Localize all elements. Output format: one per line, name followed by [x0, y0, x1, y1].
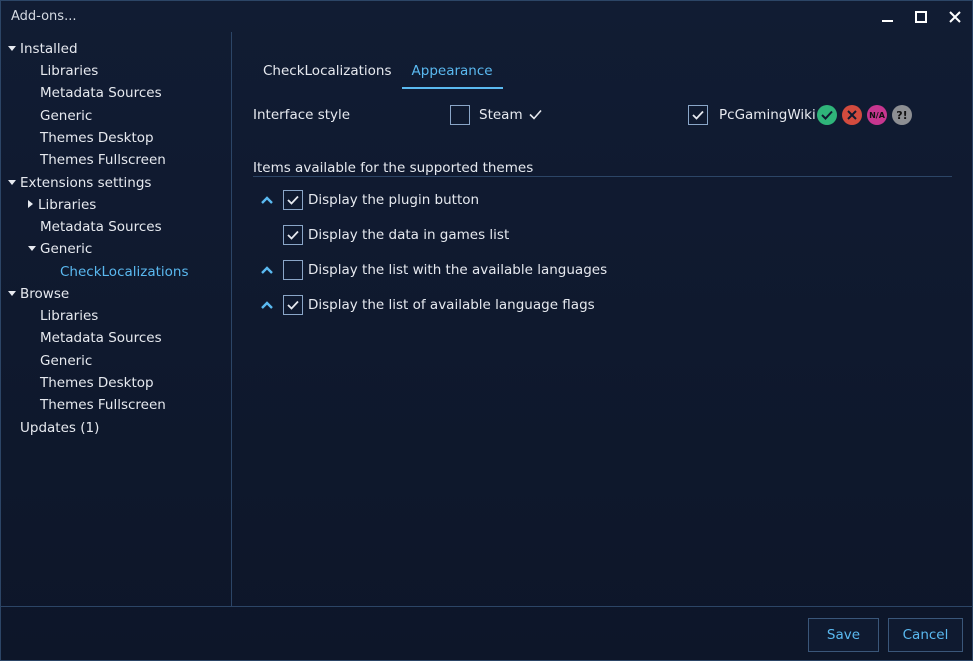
tree-extensions-settings[interactable]: Extensions settings: [8, 173, 151, 193]
games-list-label: Display the data in games list: [308, 227, 510, 243]
games-list-checkbox[interactable]: [283, 225, 303, 245]
tree-browse-themes-desktop[interactable]: Themes Desktop: [40, 373, 154, 393]
steam-checkbox[interactable]: [450, 105, 470, 125]
chevron-up-icon[interactable]: [260, 298, 274, 312]
pcgamingwiki-checkbox[interactable]: [688, 105, 708, 125]
expand-arrow-icon: [8, 290, 16, 296]
chevron-up-icon[interactable]: [260, 193, 274, 207]
collapsed-arrow-icon: [28, 200, 33, 208]
na-badge-text: N/A: [869, 110, 885, 120]
expand-arrow-icon: [8, 179, 16, 185]
tree-installed[interactable]: Installed: [8, 39, 78, 59]
tree-label: Libraries: [38, 197, 97, 213]
language-flags-label: Display the list of available language f…: [308, 297, 595, 313]
tree-installed-themes-fullscreen[interactable]: Themes Fullscreen: [40, 150, 166, 170]
tree-installed-metadata[interactable]: Metadata Sources: [40, 83, 162, 103]
check-icon: [287, 300, 299, 310]
tree-label: Browse: [20, 286, 70, 302]
check-icon: [287, 195, 299, 205]
cancel-button[interactable]: Cancel: [888, 618, 963, 652]
x-circle-icon: [842, 105, 862, 125]
tab-appearance[interactable]: Appearance: [401, 57, 503, 89]
tree-browse-generic[interactable]: Generic: [40, 351, 92, 371]
question-badge-text: ?!: [896, 108, 908, 122]
na-circle-icon: N/A: [867, 105, 887, 125]
tree-ext-metadata[interactable]: Metadata Sources: [40, 217, 162, 237]
steam-check-icon: [529, 109, 542, 120]
section-divider: [253, 176, 952, 177]
minimize-icon: [881, 20, 893, 22]
minimize-button[interactable]: [870, 1, 904, 32]
tree-label: Extensions settings: [20, 175, 152, 191]
pcgamingwiki-label: PcGamingWiki: [719, 107, 816, 123]
settings-panel: CheckLocalizations Appearance Interface …: [233, 32, 972, 606]
sidebar-tree: Installed Libraries Metadata Sources Gen…: [1, 32, 232, 606]
tree-updates[interactable]: Updates (1): [20, 418, 99, 438]
tree-installed-libraries[interactable]: Libraries: [40, 61, 98, 81]
close-button[interactable]: [938, 1, 972, 32]
question-circle-icon: ?!: [892, 105, 912, 125]
addons-window: Add-ons... Installed Libraries Metadata …: [0, 0, 973, 661]
maximize-icon: [915, 10, 927, 23]
tree-installed-generic[interactable]: Generic: [40, 106, 92, 126]
tree-installed-themes-desktop[interactable]: Themes Desktop: [40, 128, 154, 148]
check-circle-icon: [817, 105, 837, 125]
window-controls: [870, 1, 972, 32]
tree-browse-themes-fullscreen[interactable]: Themes Fullscreen: [40, 395, 166, 415]
languages-list-label: Display the list with the available lang…: [308, 262, 608, 278]
expand-arrow-icon: [28, 245, 36, 251]
maximize-button[interactable]: [904, 1, 938, 32]
tab-checklocalizations[interactable]: CheckLocalizations: [253, 57, 402, 89]
tree-browse-libraries[interactable]: Libraries: [40, 306, 98, 326]
expand-arrow-icon: [8, 45, 16, 51]
chevron-up-icon[interactable]: [260, 263, 274, 277]
tree-ext-checklocalizations[interactable]: CheckLocalizations: [60, 262, 189, 282]
language-flags-checkbox[interactable]: [283, 295, 303, 315]
tree-browse[interactable]: Browse: [8, 284, 69, 304]
check-icon: [287, 230, 299, 240]
tree-browse-metadata[interactable]: Metadata Sources: [40, 328, 162, 348]
tree-ext-libraries[interactable]: Libraries: [26, 195, 96, 215]
window-title: Add-ons...: [11, 9, 77, 24]
tab-strip: CheckLocalizations Appearance: [253, 57, 503, 89]
section-title: Items available for the supported themes: [253, 160, 534, 176]
close-icon: [949, 10, 961, 23]
tree-label: Installed: [20, 41, 78, 57]
save-button[interactable]: Save: [808, 618, 879, 652]
tree-ext-generic[interactable]: Generic: [28, 239, 92, 259]
dialog-footer: Save Cancel: [1, 606, 972, 661]
languages-list-checkbox[interactable]: [283, 260, 303, 280]
plugin-button-label: Display the plugin button: [308, 192, 480, 208]
plugin-button-checkbox[interactable]: [283, 190, 303, 210]
tree-label: Generic: [40, 241, 93, 257]
title-bar: Add-ons...: [1, 1, 972, 32]
steam-label: Steam: [479, 107, 523, 123]
interface-style-label: Interface style: [253, 107, 351, 123]
check-icon: [692, 110, 704, 120]
